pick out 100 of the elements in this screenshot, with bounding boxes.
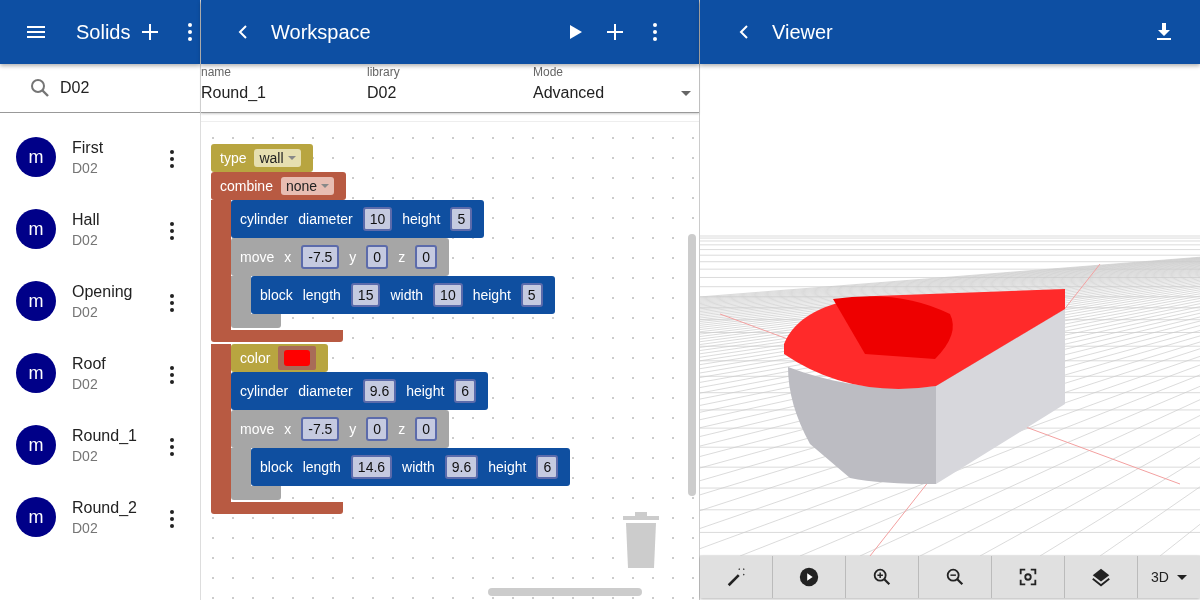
avatar: m [16,425,56,465]
search-value: D02 [60,79,90,97]
block-label: height [402,211,441,227]
number-field[interactable]: 9.6 [362,379,397,403]
number-field[interactable]: 0 [366,417,389,441]
list-item[interactable]: m Round_1 D02 [0,409,200,481]
caret-icon [321,184,330,188]
block-label: color [240,350,271,366]
caret-icon [681,90,691,96]
scrollbar[interactable] [488,588,642,596]
block-label: diameter [298,211,353,227]
avatar: m [16,353,56,393]
number-field[interactable]: 0 [366,245,389,269]
code-block[interactable]: block length 14.6 width 9.6 height 6 [251,448,571,486]
list-item[interactable]: m Opening D02 [0,265,200,337]
block-label: width [390,287,424,303]
block-label: height [472,287,511,303]
number-field[interactable]: 15 [350,283,381,307]
zoom-out-icon [944,566,966,588]
block-dropdown[interactable]: wall [254,149,301,167]
code-block[interactable]: move x -7.5 y 0 z 0 [231,410,449,448]
zoom-in-icon [871,566,893,588]
text-field[interactable]: D02 [367,84,533,102]
number-field[interactable]: 6 [454,379,477,403]
field-label: library [367,65,401,79]
code-block[interactable]: block length 15 width 10 height 5 [251,276,555,314]
number-field[interactable]: 10 [433,283,463,307]
block-label: height [488,459,527,475]
list-item[interactable]: m Hall D02 [0,193,200,265]
panel-title: Solids [76,20,131,44]
panel-title: Viewer [772,20,833,44]
toolbar-button[interactable] [1065,556,1138,598]
toolbar-button[interactable] [992,556,1065,598]
number-field[interactable]: -7.5 [301,245,340,269]
code-block[interactable]: cylinder diameter 9.6 height 6 [231,372,489,410]
number-field[interactable]: 0 [415,417,437,441]
code-block[interactable]: cylinder diameter 10 height 5 [231,200,485,238]
block-label: x [284,249,292,265]
item-library: D02 [72,303,99,320]
block-label: width [402,459,435,475]
view-mode-select[interactable]: 3D [1138,556,1200,598]
number-field[interactable]: 0 [415,245,437,269]
item-name: Opening [72,282,134,301]
number-field[interactable]: 9.6 [444,455,479,479]
scrollbar[interactable] [688,234,696,496]
item-library: D02 [72,159,99,176]
block-label: block [260,287,293,303]
avatar: m [16,497,56,537]
code-block[interactable]: combine none [211,172,347,200]
number-field[interactable]: 5 [450,207,473,231]
block-label: y [349,249,357,265]
search-field[interactable]: D02 [0,64,200,113]
block-label: cylinder [240,211,289,227]
toolbar-button[interactable] [919,556,992,598]
block-label: block [260,459,293,475]
item-library: D02 [72,519,99,536]
block-dropdown[interactable]: none [280,177,335,195]
item-library: D02 [72,231,99,248]
block-label: move [240,249,275,265]
item-name: Hall [72,210,101,229]
code-block[interactable]: type wall [211,144,313,172]
avatar: m [16,137,56,177]
color-field[interactable] [278,346,317,370]
block-label: length [302,459,341,475]
number-field[interactable]: 6 [536,455,559,479]
item-library: D02 [72,375,99,392]
list-item[interactable]: m Roof D02 [0,337,200,409]
field-label: Mode [533,65,565,79]
avatar: m [16,209,56,249]
panel-title: Workspace [271,20,371,44]
block-label: move [240,421,275,437]
block-label: cylinder [240,383,289,399]
item-name: Roof [72,354,107,373]
text-field[interactable]: Round_1 [201,84,367,102]
number-field[interactable]: 10 [362,207,393,231]
number-field[interactable]: -7.5 [301,417,340,441]
item-name: First [72,138,105,157]
caret-icon [287,156,296,160]
item-name: Round_2 [72,498,138,517]
block-label: length [302,287,341,303]
code-block[interactable]: move x -7.5 y 0 z 0 [231,238,449,276]
play-icon [798,566,820,588]
item-library: D02 [72,447,99,464]
block-label: height [406,383,445,399]
toolbar-button[interactable] [773,556,846,598]
field-label: name [201,65,233,79]
avatar: m [16,281,56,321]
select-field[interactable]: Advanced [533,84,699,102]
layers-icon [1090,566,1112,588]
number-field[interactable]: 14.6 [350,455,393,479]
list-item[interactable]: m First D02 [0,121,200,193]
block-label: diameter [298,383,353,399]
toolbar-button[interactable] [846,556,919,598]
block-label: type [220,150,247,166]
number-field[interactable]: 5 [520,283,543,307]
block-label: y [349,421,357,437]
magic-wand-icon [725,566,747,588]
block-label: z [398,249,406,265]
list-item[interactable]: m Round_2 D02 [0,481,200,553]
block-label: x [284,421,292,437]
